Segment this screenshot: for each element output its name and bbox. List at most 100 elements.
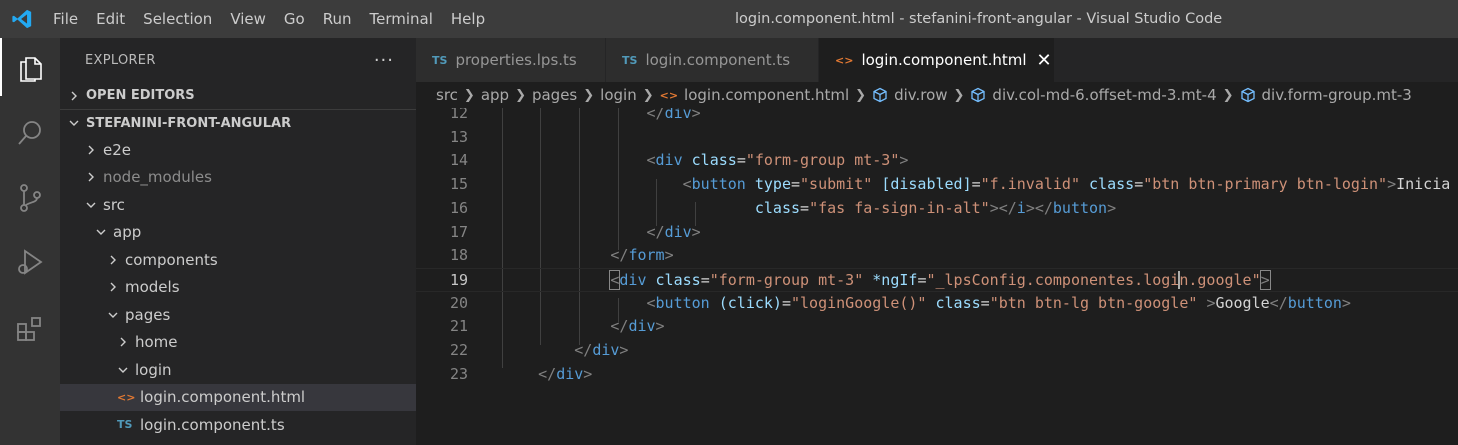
tree-item-label: models bbox=[125, 278, 180, 297]
extensions-icon[interactable] bbox=[0, 300, 60, 358]
breadcrumb-app[interactable]: app bbox=[481, 86, 509, 104]
menu-help[interactable]: Help bbox=[442, 0, 494, 38]
html-file-icon: <> bbox=[659, 88, 679, 102]
explorer-icon[interactable] bbox=[0, 38, 60, 96]
tree-item[interactable]: models bbox=[60, 274, 416, 302]
breadcrumb-div-form-group[interactable]: div.form-group.mt-3 bbox=[1262, 86, 1412, 104]
open-editors-section[interactable]: OPEN EDITORS bbox=[60, 82, 416, 109]
chevron-right-icon bbox=[105, 279, 121, 295]
tree-item-label: e2e bbox=[103, 140, 132, 159]
chevron-down-icon bbox=[66, 115, 82, 131]
menu-file[interactable]: File bbox=[44, 0, 87, 38]
chevron-right-icon: ❯ bbox=[1222, 87, 1234, 103]
title-bar: File Edit Selection View Go Run Terminal… bbox=[0, 0, 1458, 38]
more-actions-icon[interactable]: ··· bbox=[374, 50, 394, 71]
menu-bar: File Edit Selection View Go Run Terminal… bbox=[44, 0, 494, 38]
tree-item-label: pages bbox=[125, 305, 171, 324]
tree-item-label: app bbox=[113, 223, 142, 242]
text-cursor bbox=[1178, 271, 1181, 290]
chevron-down-icon bbox=[93, 224, 109, 240]
menu-edit[interactable]: Edit bbox=[87, 0, 134, 38]
breadcrumb-src[interactable]: src bbox=[436, 86, 458, 104]
breadcrumb-div-col[interactable]: div.col-md-6.offset-md-3.mt-4 bbox=[992, 86, 1216, 104]
chevron-right-icon: ❯ bbox=[583, 87, 595, 103]
menu-go[interactable]: Go bbox=[275, 0, 314, 38]
breadcrumb-div-row[interactable]: div.row bbox=[894, 86, 947, 104]
symbol-element-icon bbox=[970, 87, 986, 103]
file-tree: e2e node_modulessrc app components models pag… bbox=[60, 136, 416, 439]
tab-login-component-ts[interactable]: TS login.component.ts bbox=[606, 38, 819, 82]
code-line: 17 </div> bbox=[449, 222, 701, 241]
tree-item[interactable]: pages bbox=[60, 301, 416, 329]
chevron-right-icon: ❯ bbox=[953, 87, 965, 103]
tree-item[interactable]: node_modules bbox=[60, 164, 416, 192]
code-editor[interactable]: 12 </div> 13 14 <div class="form-group m… bbox=[416, 108, 1458, 445]
tree-item-label: login bbox=[135, 360, 172, 379]
code-line: 13 bbox=[449, 127, 468, 146]
breadcrumb-file[interactable]: login.component.html bbox=[684, 86, 849, 104]
code-line: 12 </div> bbox=[449, 108, 701, 122]
tree-item-label: src bbox=[103, 195, 125, 214]
menu-run[interactable]: Run bbox=[314, 0, 361, 38]
vscode-logo-icon[interactable] bbox=[0, 0, 44, 38]
tab-login-component-html[interactable]: <> login.component.html ✕ bbox=[819, 38, 1055, 82]
menu-terminal[interactable]: Terminal bbox=[361, 0, 442, 38]
chevron-down-icon bbox=[105, 307, 121, 323]
chevron-right-icon: ❯ bbox=[855, 87, 867, 103]
tree-item[interactable]: src bbox=[60, 191, 416, 219]
activity-bar bbox=[0, 38, 60, 445]
code-line: 22 </div> bbox=[449, 341, 629, 359]
chevron-right-icon bbox=[105, 252, 121, 268]
close-tab-icon[interactable]: ✕ bbox=[1037, 50, 1052, 71]
code-line: 18 </form> bbox=[449, 246, 674, 265]
window-title: login.component.html - stefanini-front-a… bbox=[735, 11, 1223, 27]
editor-tabs: TS properties.lps.ts TS login.component.… bbox=[416, 38, 1458, 82]
chevron-right-icon: ❯ bbox=[642, 87, 654, 103]
tree-item[interactable]: components bbox=[60, 246, 416, 274]
code-line: 23 </div> bbox=[449, 364, 593, 383]
menu-selection[interactable]: Selection bbox=[134, 0, 221, 38]
tree-item-label: node_modules bbox=[103, 168, 212, 187]
breadcrumb-login[interactable]: login bbox=[600, 86, 637, 104]
tree-item-label: components bbox=[125, 250, 218, 269]
tree-item[interactable]: home bbox=[60, 329, 416, 357]
symbol-element-icon bbox=[872, 87, 888, 103]
tree-item[interactable]: app bbox=[60, 219, 416, 247]
tree-item-label: login.component.html bbox=[140, 388, 306, 407]
explorer-title: EXPLORER bbox=[85, 52, 156, 68]
code-line: 20 <button (click)="loginGoogle()" class… bbox=[449, 293, 1351, 312]
html-file-icon: <> bbox=[117, 390, 136, 404]
code-line: 16 class="fas fa-sign-in-alt"></i></butt… bbox=[449, 198, 1117, 217]
editor-area: TS properties.lps.ts TS login.component.… bbox=[416, 38, 1458, 445]
chevron-down-icon bbox=[83, 197, 99, 213]
chevron-right-icon bbox=[115, 334, 131, 350]
tree-item[interactable]: <> login.component.html bbox=[60, 383, 416, 411]
code-line: 21 </div> bbox=[449, 317, 665, 336]
project-section[interactable]: STEFANINI-FRONT-ANGULAR bbox=[60, 109, 416, 136]
chevron-right-icon bbox=[83, 142, 99, 158]
typescript-file-icon: TS bbox=[117, 418, 133, 432]
symbol-element-icon bbox=[1240, 87, 1256, 103]
tree-item-label: login.component.ts bbox=[140, 415, 285, 434]
code-line-current: 19 <div class="form-group mt-3" *ngIf="_… bbox=[416, 267, 1458, 292]
breadcrumb-pages[interactable]: pages bbox=[532, 86, 577, 104]
breadcrumb: src ❯ app ❯ pages ❯ login ❯ <> login.com… bbox=[416, 82, 1458, 108]
chevron-right-icon bbox=[66, 88, 82, 104]
code-line: 14 <div class="form-group mt-3"> bbox=[449, 151, 909, 170]
explorer-sidebar: EXPLORER ··· OPEN EDITORS STEFANINI-FRON… bbox=[60, 38, 416, 445]
search-icon[interactable] bbox=[0, 104, 60, 162]
run-debug-icon[interactable] bbox=[0, 233, 60, 291]
tab-properties-lps-ts[interactable]: TS properties.lps.ts bbox=[416, 38, 606, 82]
source-control-icon[interactable] bbox=[0, 169, 60, 227]
chevron-right-icon: ❯ bbox=[515, 87, 526, 103]
chevron-down-icon bbox=[115, 362, 131, 378]
menu-view[interactable]: View bbox=[221, 0, 275, 38]
tree-item-label: home bbox=[135, 333, 178, 352]
code-line: 15 <button type="submit" [disabled]="f.i… bbox=[449, 175, 1451, 194]
html-file-icon: <> bbox=[835, 53, 854, 67]
tree-item[interactable]: login bbox=[60, 356, 416, 384]
chevron-right-icon: ❯ bbox=[463, 87, 475, 103]
tree-item[interactable]: e2e bbox=[60, 136, 416, 164]
tree-item[interactable]: TS login.component.ts bbox=[60, 411, 416, 439]
chevron-right-icon bbox=[83, 169, 99, 185]
